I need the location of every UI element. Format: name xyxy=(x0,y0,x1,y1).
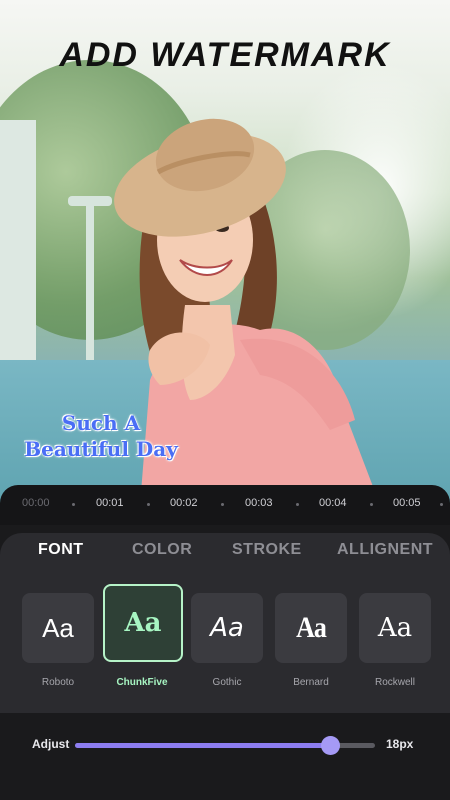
timeline-tick: 00:00 xyxy=(22,497,50,509)
timeline-dot xyxy=(221,503,224,506)
size-slider-fill xyxy=(75,743,330,748)
font-sample: Aa xyxy=(296,610,327,645)
font-name-label: ChunkFive xyxy=(116,677,168,688)
font-option-chunkfive[interactable]: Aa xyxy=(103,584,183,662)
timeline-tick: 00:05 xyxy=(393,497,421,509)
timeline-tick: 00:03 xyxy=(245,497,273,509)
timeline-dot xyxy=(440,503,443,506)
watermark-line-2: Beautiful Day xyxy=(24,437,178,461)
watermark-text[interactable]: Such A Beautiful Day xyxy=(16,410,186,462)
adjust-row: Adjust 18px xyxy=(0,713,450,800)
timeline-dot xyxy=(147,503,150,506)
font-option-rockwell[interactable]: Aa xyxy=(359,593,431,663)
adjust-label: Adjust xyxy=(32,737,70,751)
font-name-label: Gothic xyxy=(212,677,242,688)
timeline-tick: 00:01 xyxy=(96,497,124,509)
tab-stroke[interactable]: STROKE xyxy=(232,541,302,559)
font-sample: Aa xyxy=(124,608,162,638)
lamp-post xyxy=(86,200,94,360)
size-value: 18px xyxy=(386,737,414,751)
page-title: ADD WATERMARK xyxy=(59,36,391,74)
timeline[interactable]: 00:00 00:01 00:02 00:03 00:04 00:05 xyxy=(0,485,450,525)
font-sample: Aa xyxy=(210,613,244,643)
size-slider-thumb[interactable] xyxy=(320,736,340,755)
timeline-dot xyxy=(296,503,299,506)
font-sample: Aa xyxy=(377,613,413,643)
font-option-bernard[interactable]: Aa xyxy=(275,593,347,663)
font-name-label: Rockwell xyxy=(374,677,415,688)
watermark-line-1: Such A xyxy=(61,411,141,435)
timeline-dot xyxy=(72,503,75,506)
font-sample: Aa xyxy=(42,612,74,643)
font-option-gothic[interactable]: Aa xyxy=(191,593,263,663)
font-option-roboto[interactable]: Aa xyxy=(22,593,94,663)
text-style-panel: FONT COLOR STROKE ALLIGNENT Aa Roboto Aa… xyxy=(0,533,450,713)
tab-font[interactable]: FONT xyxy=(38,541,84,559)
font-name-label: Bernard xyxy=(293,677,329,688)
tab-allignent[interactable]: ALLIGNENT xyxy=(337,541,433,559)
timeline-dot xyxy=(370,503,373,506)
pillar xyxy=(0,120,36,370)
tab-color[interactable]: COLOR xyxy=(132,541,192,559)
font-name-label: Roboto xyxy=(41,677,75,688)
timeline-tick: 00:04 xyxy=(319,497,347,509)
size-slider-track[interactable] xyxy=(75,736,375,755)
timeline-tick: 00:02 xyxy=(170,497,198,509)
